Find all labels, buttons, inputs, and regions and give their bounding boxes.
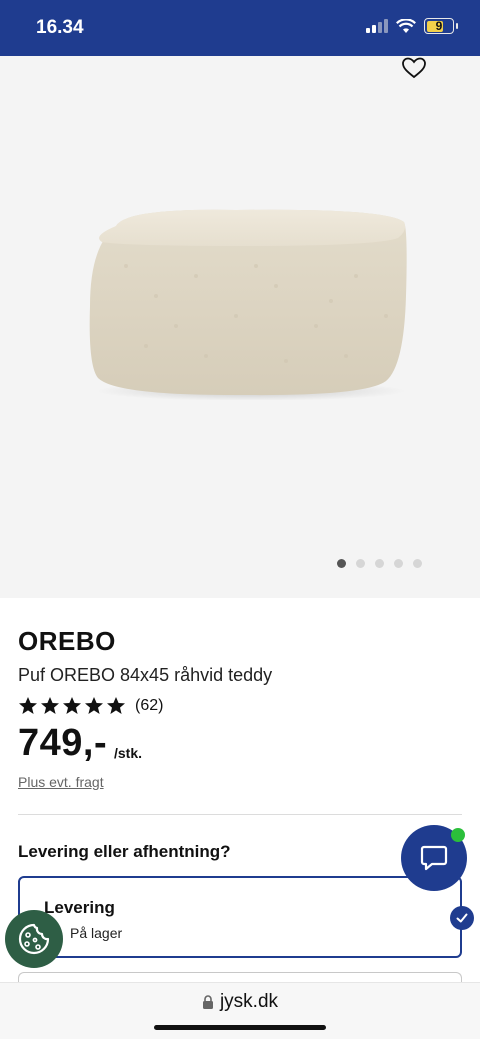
- home-indicator: [154, 1025, 326, 1030]
- battery-icon: 9: [424, 18, 454, 34]
- status-bar: 16.34 9: [0, 0, 480, 56]
- cookie-settings-button[interactable]: [5, 910, 63, 968]
- product-name: Puf OREBO 84x45 råhvid teddy: [18, 665, 273, 685]
- product-brand: OREBO: [18, 626, 116, 656]
- rating-count: (62): [135, 697, 164, 714]
- star-icon: [19, 697, 37, 714]
- gallery-dot[interactable]: [337, 559, 346, 568]
- delivery-option-title: Levering: [44, 898, 115, 917]
- pickup-option[interactable]: [18, 972, 462, 982]
- chat-bubble-icon: [420, 845, 448, 871]
- gallery-dot[interactable]: [394, 559, 403, 568]
- product-price: 749,-: [18, 722, 108, 764]
- signal-icon: [366, 19, 388, 33]
- browser-url-bar[interactable]: jysk.dk: [0, 982, 480, 1039]
- gallery-dot[interactable]: [375, 559, 384, 568]
- product-photo-pouf: [89, 209, 407, 400]
- heart-icon[interactable]: [401, 56, 427, 80]
- freight-link[interactable]: Plus evt. fragt: [18, 774, 104, 790]
- star-icon: [85, 697, 103, 714]
- delivery-question: Levering eller afhentning?: [18, 842, 231, 861]
- star-icon: [63, 697, 81, 714]
- product-rating[interactable]: (62): [18, 696, 163, 716]
- product-info: OREBO Puf OREBO 84x45 råhvid teddy (62) …: [0, 598, 480, 982]
- gallery-dot[interactable]: [413, 559, 422, 568]
- gallery-dot[interactable]: [356, 559, 365, 568]
- gallery-pagination: [337, 559, 422, 568]
- divider: [18, 814, 462, 815]
- product-image-gallery[interactable]: [0, 56, 480, 598]
- url-text: jysk.dk: [219, 991, 279, 1012]
- wifi-icon: [396, 18, 416, 33]
- delivery-option[interactable]: Levering På lager: [18, 876, 474, 958]
- cookie-icon: [18, 923, 50, 955]
- star-icon: [107, 697, 125, 714]
- star-icon: [41, 697, 59, 714]
- online-status-dot: [451, 828, 465, 842]
- lock-icon: [202, 995, 213, 1009]
- stock-status: På lager: [70, 925, 123, 941]
- checkmark-icon: [450, 906, 474, 930]
- battery-level: 9: [435, 19, 443, 33]
- price-unit: /stk.: [114, 745, 143, 761]
- status-time: 16.34: [36, 17, 84, 38]
- status-icons: 9: [366, 18, 458, 34]
